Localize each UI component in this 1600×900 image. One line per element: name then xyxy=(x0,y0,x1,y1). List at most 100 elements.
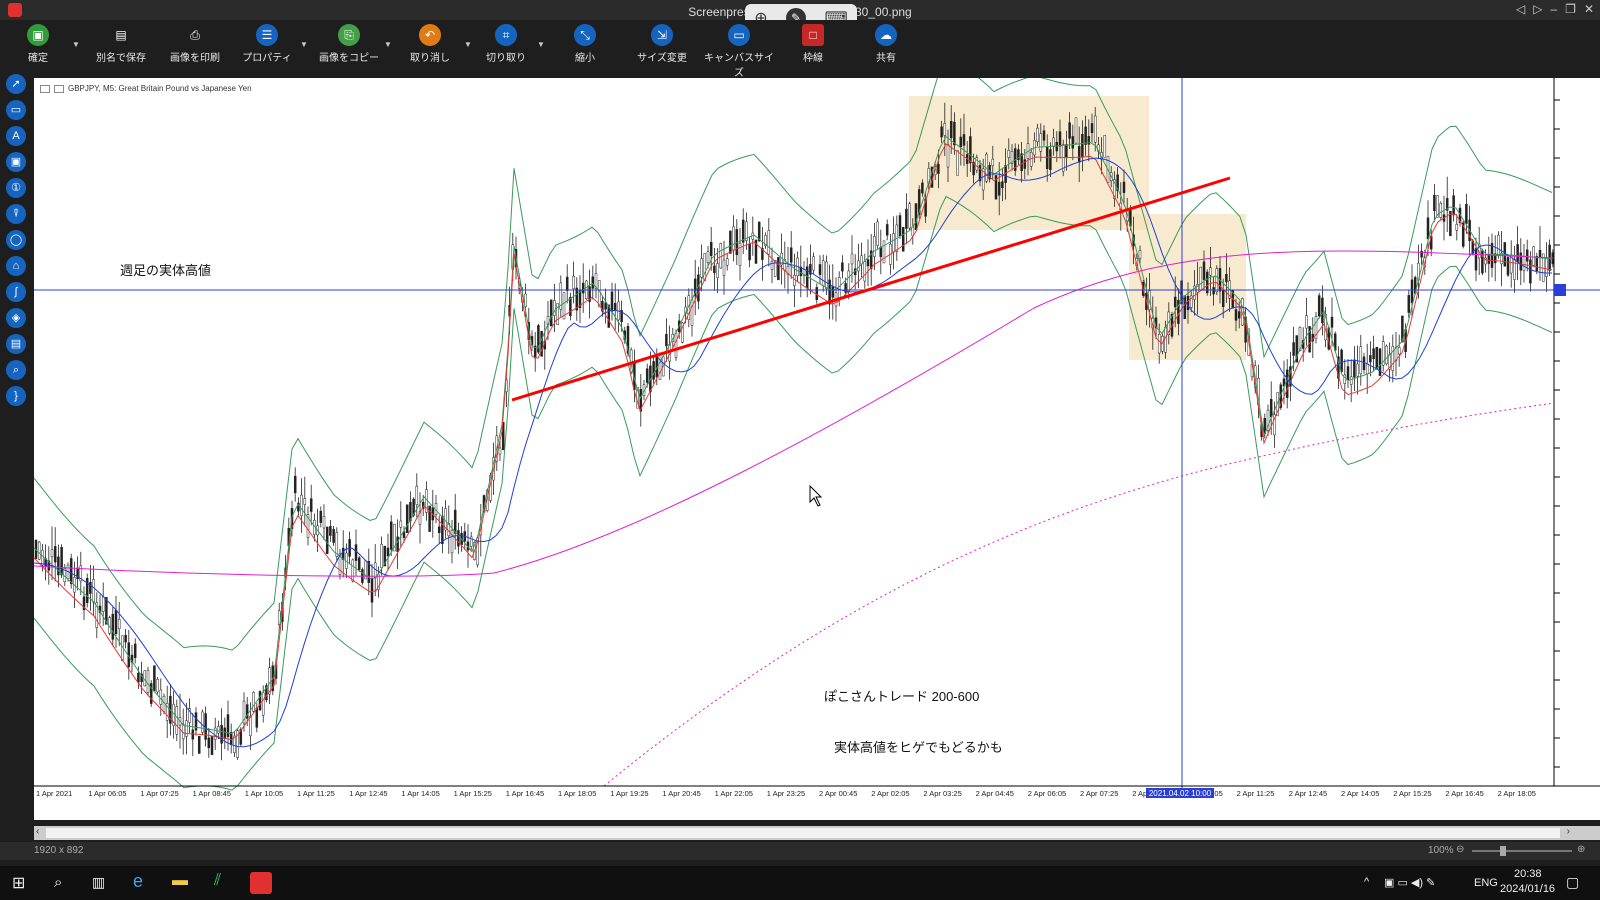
crop-button[interactable]: ⌗ 切り取り xyxy=(486,24,526,66)
candle-body xyxy=(847,270,851,292)
copy-button[interactable]: ⎘ 画像をコピー xyxy=(318,24,380,66)
candle-body xyxy=(348,539,351,557)
candle-body xyxy=(357,557,361,571)
candle-body xyxy=(1199,266,1203,291)
file-explorer-icon[interactable]: ▬ xyxy=(172,872,188,890)
candle-body xyxy=(1007,149,1011,158)
scroll-thumb[interactable] xyxy=(46,828,1560,838)
start-icon[interactable]: ⊞ xyxy=(12,873,25,893)
screenpresso-taskbar-icon[interactable] xyxy=(250,872,272,894)
confirm-dropdown[interactable]: ▼ xyxy=(72,40,80,49)
image-tool-icon[interactable]: ▤ xyxy=(6,334,26,354)
blur-tool-icon[interactable]: ◈ xyxy=(6,308,26,328)
zoom-in-icon[interactable]: ⊕ xyxy=(1577,844,1585,855)
zoom-out-icon[interactable]: ⊖ xyxy=(1456,844,1464,855)
candle-body xyxy=(591,276,595,289)
annotation-weekly-high: 週足の実体高値 xyxy=(120,263,212,278)
rectangle-tool-icon[interactable]: ▭ xyxy=(6,100,26,120)
candle-body xyxy=(309,498,313,512)
arrow-tool-icon[interactable]: ➚ xyxy=(6,74,26,94)
zoom-slider-thumb[interactable] xyxy=(1500,846,1506,856)
highlighter-tool-icon[interactable]: ⍒ xyxy=(6,204,26,224)
candle-body xyxy=(901,227,905,252)
minimize-icon[interactable]: – xyxy=(1550,2,1557,16)
chart-type-icon xyxy=(54,84,64,93)
crosshair-time-label: 2021.04.02 10:00 xyxy=(1149,789,1212,798)
clock-time[interactable]: 20:38 xyxy=(1514,868,1542,880)
shrink-button[interactable]: ⤡ 縮小 xyxy=(568,24,602,66)
close-icon[interactable]: ✕ xyxy=(1584,2,1594,16)
candle-body xyxy=(114,609,118,634)
shrink-icon: ⤡ xyxy=(574,24,596,46)
candle-body xyxy=(885,224,889,236)
callout-tool-icon[interactable]: ▣ xyxy=(6,152,26,172)
share-button[interactable]: ☁ 共有 xyxy=(869,24,903,66)
canvas-size-button[interactable]: ▭ キャンバスサイズ xyxy=(704,24,774,79)
step-tool-icon[interactable]: ① xyxy=(6,178,26,198)
task-view-icon[interactable]: ▥ xyxy=(92,874,105,891)
scroll-right-icon[interactable]: › xyxy=(1567,826,1570,837)
candle-body xyxy=(399,520,403,528)
ellipse-tool-icon[interactable]: ◯ xyxy=(6,230,26,250)
confirm-button[interactable]: ▣ 確定 xyxy=(20,24,56,66)
internet-explorer-icon[interactable]: e xyxy=(133,871,143,892)
candle-body xyxy=(1215,268,1219,293)
text-tool-icon[interactable]: A xyxy=(6,126,26,146)
time-axis-label: 2 Apr 14:05 xyxy=(1341,789,1379,798)
print-button[interactable]: ⎙ 画像を印刷 xyxy=(165,24,225,66)
candle-body xyxy=(252,692,255,712)
undo-button[interactable]: ↶ 取り消し xyxy=(410,24,450,66)
candle-body xyxy=(905,208,908,229)
tray-up-icon[interactable]: ^ xyxy=(1364,876,1369,888)
save-as-button[interactable]: ▤ 別名で保存 xyxy=(92,24,150,66)
candle-body xyxy=(767,230,771,255)
back-icon[interactable]: ◁ xyxy=(1516,2,1525,16)
candle-body xyxy=(709,241,713,256)
candle-body xyxy=(949,121,953,139)
resize-button[interactable]: ⇲ サイズ変更 xyxy=(636,24,688,66)
candle-body xyxy=(1535,256,1539,271)
copy-dropdown[interactable]: ▼ xyxy=(384,40,392,49)
undo-dropdown[interactable]: ▼ xyxy=(464,40,472,49)
candle-body xyxy=(133,643,137,659)
forward-icon[interactable]: ▷ xyxy=(1533,2,1542,16)
properties-button[interactable]: ☰ プロパティ xyxy=(242,24,292,66)
time-axis-label: 1 Apr 07:25 xyxy=(140,789,178,798)
crop-dropdown[interactable]: ▼ xyxy=(537,40,545,49)
magnifier-tool-icon[interactable]: ⌕ xyxy=(6,360,26,380)
candle-body xyxy=(713,265,716,274)
candle-body xyxy=(1074,117,1078,144)
restore-icon[interactable]: ❐ xyxy=(1565,2,1576,16)
candle-body xyxy=(1372,348,1375,360)
scroll-left-icon[interactable]: ‹ xyxy=(36,826,39,837)
candle-body xyxy=(645,368,649,383)
border-button[interactable]: □ 枠線 xyxy=(796,24,830,66)
candle-body xyxy=(1138,250,1142,259)
freehand-tool-icon[interactable]: ∫ xyxy=(6,282,26,302)
candle-body xyxy=(437,526,441,534)
zoom-slider[interactable] xyxy=(1472,846,1572,856)
properties-dropdown[interactable]: ▼ xyxy=(300,40,308,49)
candle-body xyxy=(457,530,460,547)
candle-body xyxy=(1349,376,1353,385)
time-axis-label: 1 Apr 16:45 xyxy=(506,789,544,798)
candle-body xyxy=(777,257,780,281)
candle-body xyxy=(1353,359,1356,378)
candle-body xyxy=(1356,363,1359,377)
clock-date[interactable]: 2024/01/16 xyxy=(1500,883,1555,895)
horizontal-scrollbar[interactable]: ‹ › xyxy=(34,826,1600,840)
candle-body xyxy=(1049,149,1052,170)
candle-body xyxy=(220,724,223,744)
search-icon[interactable]: ⌕ xyxy=(54,874,62,891)
bracket-tool-icon[interactable]: } xyxy=(6,386,26,406)
candle-body xyxy=(882,240,886,264)
candle-body xyxy=(857,260,860,272)
stamp-tool-icon[interactable]: ⌂ xyxy=(6,256,26,276)
chart-image-canvas[interactable]: 1 Apr 2021 1 Apr 06:05 1 Apr 07:25 1 Apr 08… xyxy=(34,78,1600,820)
candle-body xyxy=(319,510,323,523)
language-indicator[interactable]: ENG xyxy=(1474,877,1498,889)
metatrader-icon[interactable]: ⫽ xyxy=(214,872,221,890)
notification-icon[interactable]: ▢ xyxy=(1566,874,1579,891)
candle-body xyxy=(249,715,252,737)
candle-body xyxy=(1369,355,1372,363)
